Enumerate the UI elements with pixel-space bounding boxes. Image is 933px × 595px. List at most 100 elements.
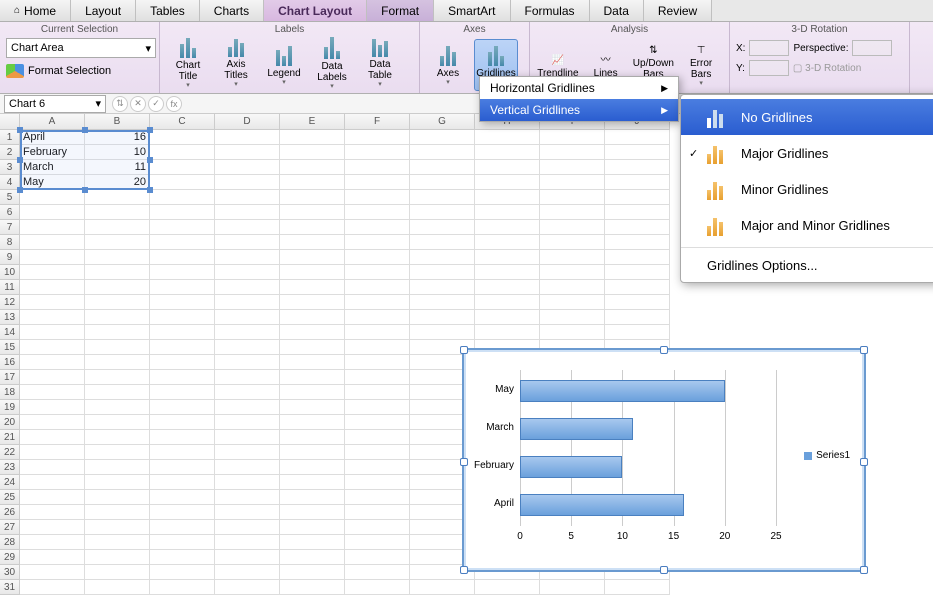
cell[interactable] — [215, 220, 280, 235]
cell[interactable] — [475, 160, 540, 175]
tab-layout[interactable]: Layout — [71, 0, 136, 21]
cell[interactable] — [280, 475, 345, 490]
tab-chart-layout[interactable]: Chart Layout — [264, 0, 367, 21]
gridlines-options-item[interactable]: Gridlines Options... — [681, 252, 933, 278]
cell[interactable] — [20, 550, 85, 565]
cell[interactable] — [540, 325, 605, 340]
cell[interactable] — [150, 565, 215, 580]
cell[interactable] — [150, 415, 215, 430]
cell[interactable] — [345, 505, 410, 520]
tab-review[interactable]: Review — [644, 0, 712, 21]
cell[interactable] — [410, 175, 475, 190]
cell[interactable] — [85, 400, 150, 415]
embedded-chart[interactable]: 0510152025MayMarchFebruaryApril Series1 — [462, 348, 866, 572]
cell[interactable]: 20 — [85, 175, 150, 190]
row-header[interactable]: 9 — [0, 250, 20, 265]
cell[interactable] — [150, 295, 215, 310]
cell[interactable] — [85, 250, 150, 265]
cell[interactable] — [410, 580, 475, 595]
tab-smartart[interactable]: SmartArt — [434, 0, 510, 21]
cell[interactable] — [85, 415, 150, 430]
cell[interactable] — [280, 520, 345, 535]
cell[interactable] — [215, 460, 280, 475]
cell[interactable] — [410, 325, 475, 340]
cell[interactable] — [280, 400, 345, 415]
cell[interactable] — [85, 565, 150, 580]
cell[interactable] — [540, 190, 605, 205]
cell[interactable] — [150, 355, 215, 370]
cell[interactable] — [410, 220, 475, 235]
cell[interactable] — [345, 235, 410, 250]
cell[interactable] — [410, 280, 475, 295]
cell[interactable] — [475, 190, 540, 205]
row-header[interactable]: 21 — [0, 430, 20, 445]
row-header[interactable]: 25 — [0, 490, 20, 505]
row-header[interactable]: 6 — [0, 205, 20, 220]
cell[interactable] — [605, 235, 670, 250]
cell[interactable] — [150, 250, 215, 265]
cell[interactable] — [20, 310, 85, 325]
cell[interactable] — [280, 490, 345, 505]
cell[interactable] — [280, 205, 345, 220]
cell[interactable] — [280, 190, 345, 205]
row-header[interactable]: 28 — [0, 535, 20, 550]
cell[interactable] — [150, 520, 215, 535]
error-bars-button[interactable]: ⊤Error Bars — [679, 39, 723, 91]
cell[interactable] — [605, 160, 670, 175]
cell[interactable] — [215, 505, 280, 520]
row-header[interactable]: 26 — [0, 505, 20, 520]
cell[interactable] — [280, 505, 345, 520]
cell[interactable] — [280, 340, 345, 355]
cell[interactable] — [280, 355, 345, 370]
row-header[interactable]: 16 — [0, 355, 20, 370]
cell[interactable] — [540, 130, 605, 145]
cell[interactable]: February — [20, 145, 85, 160]
axes-button[interactable]: Axes — [426, 39, 470, 91]
cell[interactable] — [215, 130, 280, 145]
cell[interactable] — [345, 460, 410, 475]
row-header[interactable]: 20 — [0, 415, 20, 430]
major-minor-gridlines-item[interactable]: Major and Minor Gridlines — [681, 207, 933, 243]
cell[interactable] — [345, 490, 410, 505]
row-header[interactable]: 7 — [0, 220, 20, 235]
cell[interactable] — [85, 490, 150, 505]
rotation-y-input[interactable] — [749, 60, 789, 76]
cell[interactable] — [540, 280, 605, 295]
cell[interactable] — [215, 235, 280, 250]
row-header[interactable]: 14 — [0, 325, 20, 340]
cell[interactable] — [215, 580, 280, 595]
cell[interactable] — [20, 460, 85, 475]
cell[interactable] — [150, 580, 215, 595]
cell[interactable] — [345, 535, 410, 550]
cell[interactable] — [475, 325, 540, 340]
cell[interactable] — [475, 280, 540, 295]
cell[interactable] — [85, 355, 150, 370]
stepper-icon[interactable]: ⇅ — [112, 96, 128, 112]
cell[interactable] — [475, 220, 540, 235]
cell[interactable] — [150, 145, 215, 160]
cell[interactable]: March — [20, 160, 85, 175]
cell[interactable] — [85, 520, 150, 535]
cell[interactable] — [215, 520, 280, 535]
cell[interactable] — [20, 355, 85, 370]
vertical-gridlines-item[interactable]: Vertical Gridlines▶ — [480, 99, 678, 121]
cell[interactable] — [215, 295, 280, 310]
cell[interactable] — [85, 280, 150, 295]
cell[interactable] — [410, 145, 475, 160]
cell[interactable] — [150, 445, 215, 460]
cell[interactable] — [20, 580, 85, 595]
cell[interactable] — [20, 205, 85, 220]
cell[interactable] — [280, 310, 345, 325]
cell[interactable] — [150, 325, 215, 340]
cancel-icon[interactable]: ✕ — [130, 96, 146, 112]
cell[interactable]: May — [20, 175, 85, 190]
cell[interactable] — [215, 250, 280, 265]
perspective-input[interactable] — [852, 40, 892, 56]
cell[interactable] — [20, 400, 85, 415]
chart-bar[interactable] — [520, 494, 684, 516]
chart-bar[interactable] — [520, 456, 622, 478]
tab-home[interactable]: ⌂Home — [0, 0, 71, 21]
row-header[interactable]: 19 — [0, 400, 20, 415]
cell[interactable] — [345, 280, 410, 295]
cell[interactable] — [605, 145, 670, 160]
